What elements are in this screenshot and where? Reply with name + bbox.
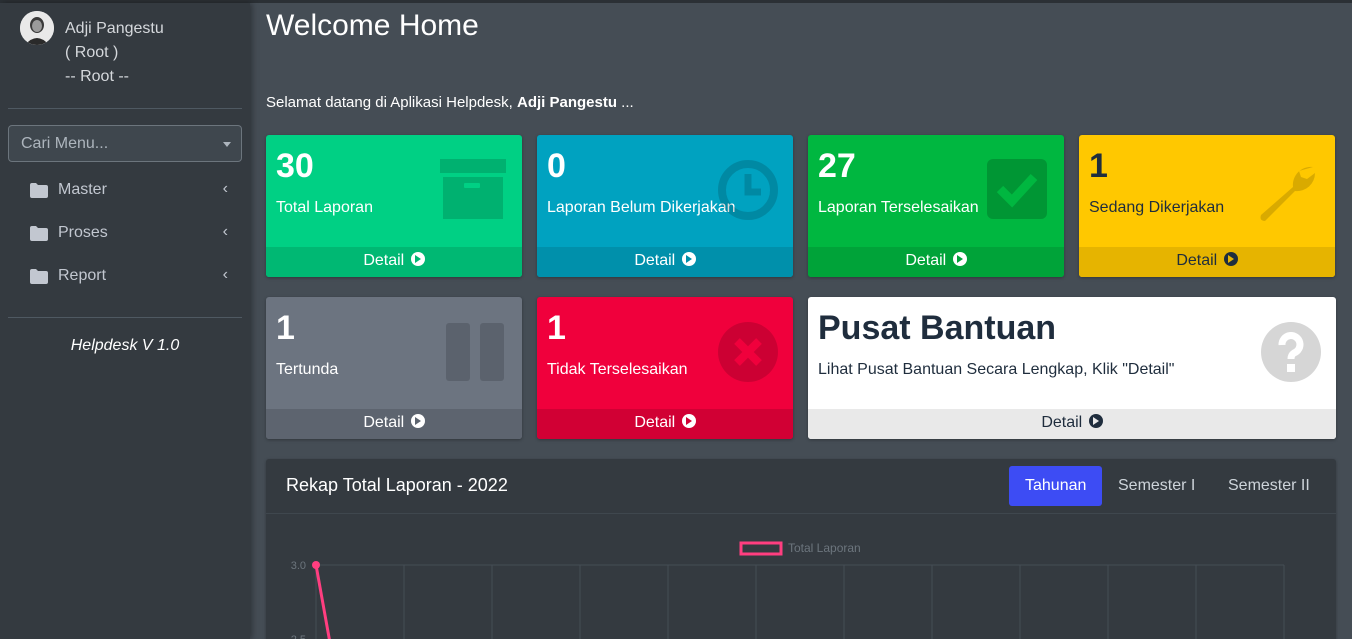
y-tick-label: 3.0 — [291, 560, 306, 572]
sidebar-item-label: Proses — [58, 224, 108, 241]
clock-icon — [717, 159, 779, 226]
card-value: 27 — [818, 147, 856, 185]
menu-search-select[interactable]: Cari Menu... — [8, 125, 242, 162]
folder-icon — [30, 183, 48, 203]
check-square-icon — [986, 157, 1048, 224]
detail-link[interactable]: Detail — [266, 247, 522, 277]
card-tidak-terselesaikan: 1 Tidak Terselesaikan Detail — [537, 297, 793, 439]
card-sedang-dikerjakan: 1 Sedang Dikerjakan Detail — [1079, 135, 1335, 277]
card-label: Laporan Terselesaikan — [818, 199, 979, 216]
detail-link[interactable]: Detail — [1079, 247, 1335, 277]
chart-card-header: Rekap Total Laporan - 2022 Tahunan Semes… — [266, 459, 1336, 514]
chart-card: Rekap Total Laporan - 2022 Tahunan Semes… — [266, 459, 1336, 639]
card-label: Tidak Terselesaikan — [547, 361, 688, 378]
card-laporan-terselesaikan: 27 Laporan Terselesaikan Detail — [808, 135, 1064, 277]
arrow-circle-right-icon — [410, 414, 425, 428]
app-version: Helpdesk V 1.0 — [70, 337, 180, 354]
wrench-icon — [1255, 159, 1321, 230]
card-value: 1 — [1089, 147, 1108, 185]
detail-label: Detail — [363, 252, 405, 269]
detail-link[interactable]: Detail — [266, 409, 522, 439]
folder-icon — [30, 226, 48, 246]
card-value: 0 — [547, 147, 566, 185]
legend-swatch — [739, 541, 783, 556]
welcome-prefix: Selamat datang di Aplikasi Helpdesk, — [266, 94, 513, 111]
card-pusat-bantuan: Pusat Bantuan Lihat Pusat Bantuan Secara… — [808, 297, 1336, 439]
detail-label: Detail — [634, 414, 676, 431]
sidebar-item-label: Master — [58, 181, 107, 198]
question-circle-icon — [1260, 321, 1322, 388]
card-laporan-belum-dikerjakan: 0 Laporan Belum Dikerjakan Detail — [537, 135, 793, 277]
welcome-name: Adji Pangestu — [516, 94, 617, 111]
arrow-circle-right-icon — [1088, 414, 1103, 428]
arrow-circle-right-icon — [410, 252, 425, 266]
help-title: Pusat Bantuan — [818, 309, 1057, 347]
detail-link[interactable]: Detail — [537, 409, 793, 439]
card-total-laporan: 30 Total Laporan Detail — [266, 135, 522, 277]
user-level: -- Root -- — [65, 68, 129, 85]
card-value: 1 — [547, 309, 566, 347]
folder-icon — [30, 269, 48, 289]
line-chart: 3.0 2.5 Total Laporan — [291, 541, 1285, 639]
card-label: Laporan Belum Dikerjakan — [547, 199, 736, 216]
archive-icon — [440, 157, 506, 224]
divider — [8, 317, 242, 318]
card-label: Tertunda — [276, 361, 339, 378]
help-text: Lihat Pusat Bantuan Secara Lengkap, Klik… — [818, 361, 1175, 378]
chevron-left-icon: ‹ — [222, 223, 228, 240]
detail-link[interactable]: Detail — [537, 247, 793, 277]
page-title: Welcome Home — [266, 9, 479, 42]
sidebar-item-report[interactable]: Report ‹ — [8, 256, 242, 296]
detail-label: Detail — [905, 252, 947, 269]
detail-label: Detail — [1176, 252, 1218, 269]
welcome-text: Selamat datang di Aplikasi Helpdesk, Adj… — [266, 94, 634, 111]
detail-label: Detail — [634, 252, 676, 269]
chevron-left-icon: ‹ — [222, 266, 228, 283]
series-line — [314, 564, 331, 639]
divider — [8, 108, 242, 109]
sidebar-item-master[interactable]: Master ‹ — [8, 170, 242, 210]
arrow-circle-right-icon — [681, 252, 696, 266]
menu-search-placeholder: Cari Menu... — [21, 135, 109, 152]
card-value: 1 — [276, 309, 295, 347]
tab-semester-1[interactable]: Semester I — [1102, 466, 1211, 506]
detail-link[interactable]: Detail — [808, 247, 1064, 277]
card-value: 30 — [276, 147, 314, 185]
data-point — [312, 561, 320, 569]
card-tertunda: 1 Tertunda Detail — [266, 297, 522, 439]
user-name[interactable]: Adji Pangestu — [65, 17, 245, 41]
detail-label: Detail — [1041, 414, 1083, 431]
welcome-suffix: ... — [621, 94, 634, 111]
detail-link[interactable]: Detail — [808, 409, 1336, 439]
tab-tahunan[interactable]: Tahunan — [1009, 466, 1103, 506]
sidebar: Adji Pangestu ( Root ) -- Root -- Cari M… — [0, 3, 250, 639]
detail-label: Detail — [363, 414, 405, 431]
times-circle-icon — [717, 321, 779, 388]
user-role: ( Root ) — [65, 44, 119, 61]
y-tick-label: 2.5 — [291, 634, 306, 639]
card-label: Sedang Dikerjakan — [1089, 199, 1225, 216]
arrow-circle-right-icon — [952, 252, 967, 266]
pause-icon — [444, 321, 506, 388]
chevron-left-icon: ‹ — [222, 180, 228, 197]
chart-card-title: Rekap Total Laporan - 2022 — [286, 475, 508, 495]
sidebar-item-label: Report — [58, 267, 107, 284]
caret-down-icon — [223, 142, 231, 147]
arrow-circle-right-icon — [1223, 252, 1238, 266]
tab-semester-2[interactable]: Semester II — [1212, 466, 1326, 506]
arrow-circle-right-icon — [681, 414, 696, 428]
card-label: Total Laporan — [276, 199, 373, 216]
legend-label: Total Laporan — [788, 541, 861, 555]
avatar[interactable] — [20, 11, 54, 45]
sidebar-item-proses[interactable]: Proses ‹ — [8, 213, 242, 253]
